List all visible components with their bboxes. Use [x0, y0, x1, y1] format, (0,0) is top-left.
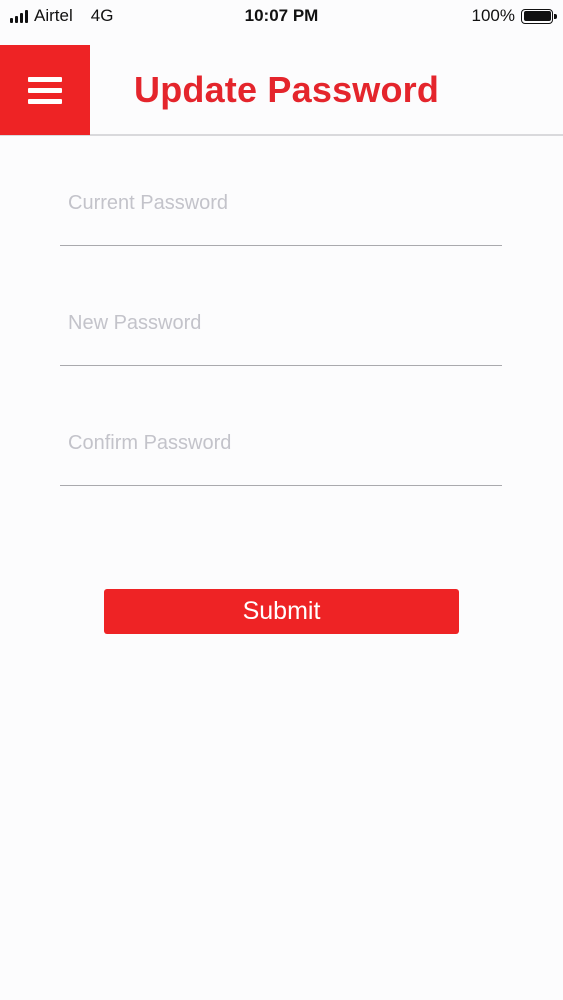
signal-strength-icon: [10, 9, 28, 23]
update-password-screen: Airtel 4G 10:07 PM 100% Update Password …: [0, 0, 563, 1000]
battery-icon: [521, 8, 557, 24]
menu-button[interactable]: [0, 45, 90, 135]
confirm-password-input[interactable]: [60, 416, 502, 485]
network-type: 4G: [90, 6, 114, 25]
submit-button[interactable]: Submit: [104, 589, 459, 634]
current-password-input[interactable]: [60, 176, 502, 245]
status-bar: Airtel 4G 10:07 PM 100%: [0, 0, 563, 32]
hamburger-menu-icon: [28, 76, 62, 104]
page-title: Update Password: [134, 69, 440, 110]
new-password-input[interactable]: [60, 296, 502, 365]
carrier-name: Airtel: [34, 6, 73, 25]
new-password-field: [60, 296, 502, 366]
battery-percentage: 100%: [471, 6, 515, 25]
app-header: Update Password: [0, 45, 563, 136]
confirm-password-field: [60, 416, 502, 486]
status-bar-right: 100%: [471, 6, 557, 26]
status-bar-left: Airtel 4G: [10, 6, 113, 26]
current-password-field: [60, 176, 502, 246]
